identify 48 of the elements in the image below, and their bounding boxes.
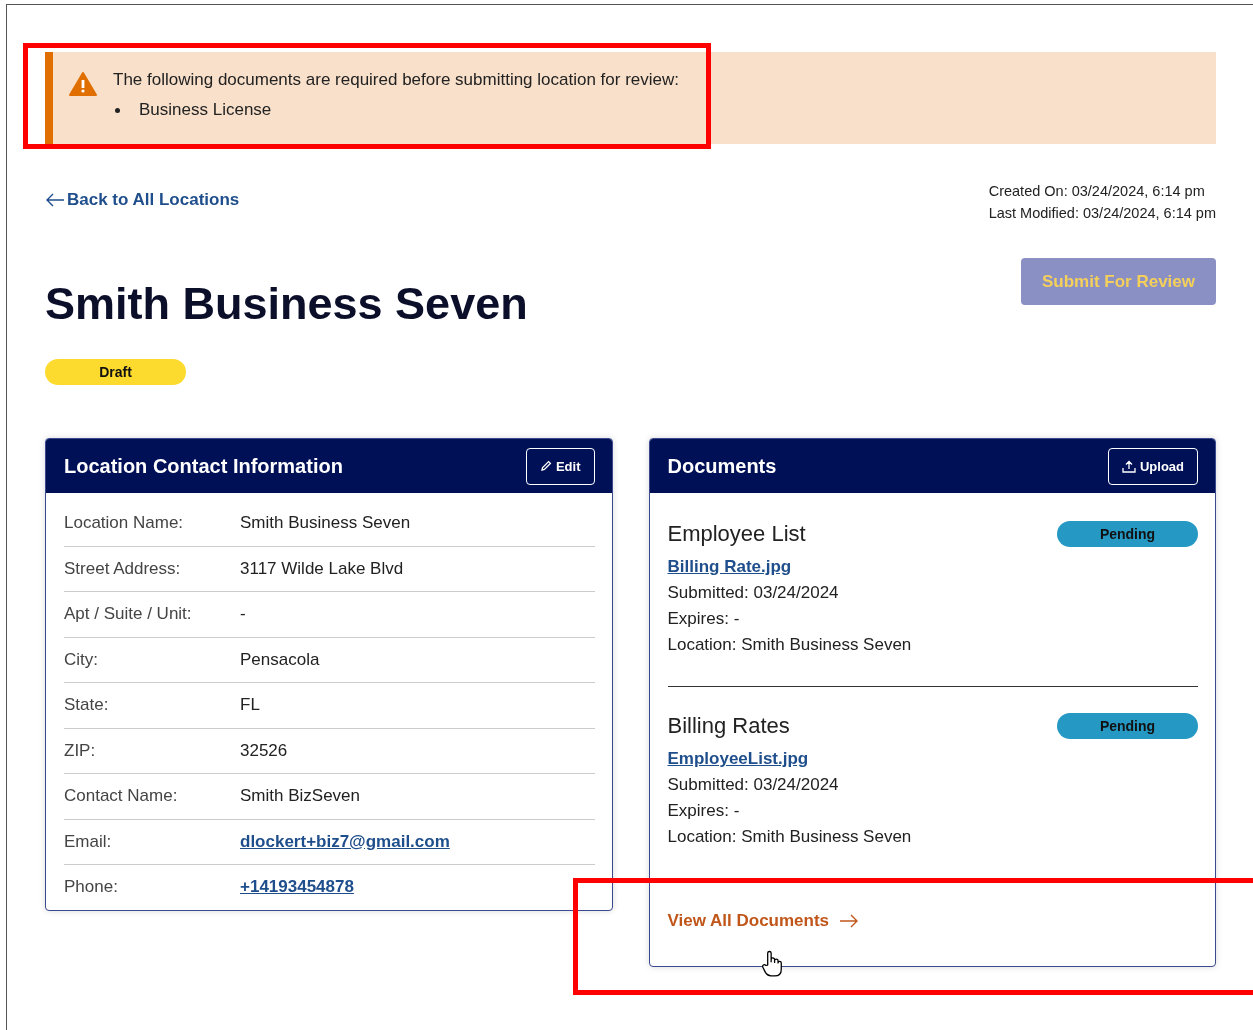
expiry-date: Expires: - <box>667 800 741 822</box>
contact-link[interactable]: dlockert+biz7@gmail.com <box>240 831 450 852</box>
status-badge: Draft <box>45 359 186 385</box>
upload-icon <box>1121 459 1136 473</box>
field-value: Smith Business Seven <box>240 513 411 534</box>
field-label: Location Name: <box>64 513 185 534</box>
field-value: FL <box>240 695 260 716</box>
expiry-date: Expires: - <box>667 608 741 630</box>
contact-link[interactable]: +14193454878 <box>240 877 354 898</box>
document-title: Employee List <box>667 521 806 547</box>
field-label: Contact Name: <box>64 786 179 807</box>
page-title: Smith Business Seven <box>45 278 528 330</box>
alert-message: The following documents are required before submitting location for review: <box>113 70 679 90</box>
field-label: Apt / Suite / Unit: <box>64 604 193 625</box>
document-location: Location: Smith Business Seven <box>667 634 913 656</box>
document-title: Billing Rates <box>667 713 790 739</box>
field-label: Street Address: <box>64 558 182 579</box>
field-label: City: <box>64 649 99 670</box>
field-value: Pensacola <box>240 649 320 670</box>
document-location: Location: Smith Business Seven <box>667 826 913 848</box>
file-link[interactable]: Billing Rate.jpg <box>667 557 1198 577</box>
field-label: State: <box>64 695 110 716</box>
back-link[interactable]: Back to All Locations <box>45 190 240 210</box>
field-value: 32526 <box>240 740 288 761</box>
field-label: ZIP: <box>64 740 97 761</box>
submitted-date: Submitted: 03/24/2024 <box>667 774 840 796</box>
timestamp-text: Last Modified: 03/24/2024, 6:14 pm <box>988 204 1216 223</box>
arrow-right-icon <box>839 914 860 928</box>
required-document: Business License <box>139 100 272 120</box>
field-label: Phone: <box>64 877 119 898</box>
warning-icon <box>69 72 97 96</box>
field-value: Smith BizSeven <box>240 786 360 807</box>
status-badge: Pending <box>1057 521 1198 547</box>
bullet-icon <box>115 107 120 113</box>
field-value: - <box>240 604 246 625</box>
arrow-left-icon <box>45 193 65 207</box>
field-label: Email: <box>64 831 113 852</box>
file-link[interactable]: EmployeeList.jpg <box>667 749 1198 769</box>
field-value: 3117 Wilde Lake Blvd <box>240 558 404 579</box>
view-all-link[interactable]: View All Documents <box>667 911 860 931</box>
submitted-date: Submitted: 03/24/2024 <box>667 582 840 604</box>
upload-button[interactable]: Upload <box>1107 447 1198 485</box>
pencil-icon <box>539 460 552 472</box>
edit-button[interactable]: Edit <box>525 447 595 485</box>
card-title: Documents <box>667 454 777 478</box>
timestamp-text: Created On: 03/24/2024, 6:14 pm <box>988 182 1206 201</box>
status-badge: Pending <box>1057 713 1198 739</box>
card-title: Location Contact Information <box>64 454 343 478</box>
